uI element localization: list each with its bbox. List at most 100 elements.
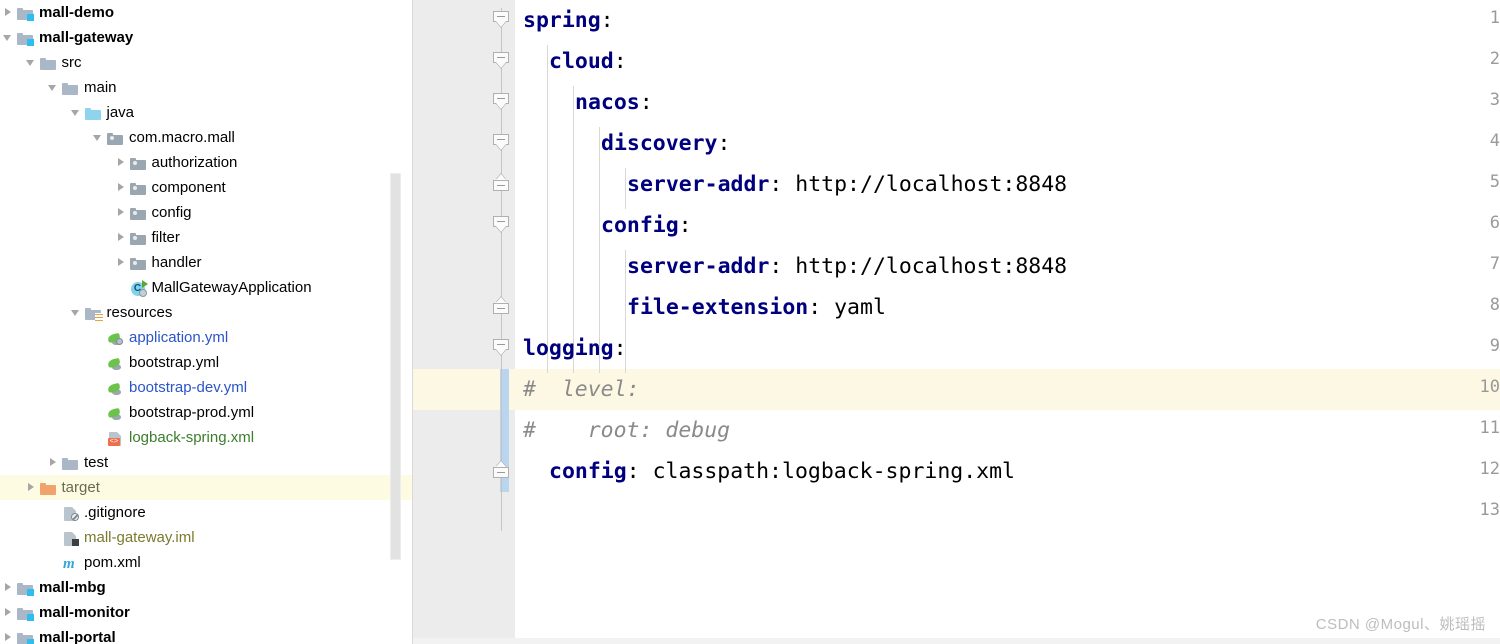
code-line[interactable]: # root: debug <box>515 410 1500 451</box>
tree-item-component[interactable]: component <box>0 175 413 200</box>
chevron-right-icon[interactable] <box>115 231 128 244</box>
code-token-value: yaml <box>834 295 886 320</box>
tree-item-label: filter <box>151 228 180 246</box>
tree-item-src[interactable]: src <box>0 50 413 75</box>
fold-marker-close[interactable] <box>493 174 510 197</box>
chevron-right-icon[interactable] <box>47 456 60 469</box>
tree-item-logback-spring-xml[interactable]: <> logback-spring.xml <box>0 425 413 450</box>
yaml-spring-file-icon <box>107 330 124 346</box>
code-text-area[interactable]: spring: cloud: nacos: discovery: server-addr… <box>515 0 1500 644</box>
chevron-right-icon[interactable] <box>2 6 15 19</box>
tree-item-mall-portal[interactable]: mall-portal <box>0 625 413 644</box>
fold-marker-open[interactable] <box>493 11 510 28</box>
code-line[interactable]: logging: <box>515 328 1500 369</box>
package-icon <box>129 230 147 246</box>
chevron-down-icon[interactable] <box>2 31 15 44</box>
tree-item-mallgatewayapplication[interactable]: C MallGatewayApplication <box>0 275 413 300</box>
chevron-down-icon[interactable] <box>70 106 83 119</box>
code-line[interactable]: file-extension: yaml <box>515 287 1500 328</box>
code-line[interactable]: server-addr: http://localhost:8848 <box>515 164 1500 205</box>
code-line[interactable]: nacos: <box>515 82 1500 123</box>
chevron-right-icon[interactable] <box>2 581 15 594</box>
editor-gutter[interactable] <box>413 0 488 644</box>
tree-item-label: MallGatewayApplication <box>151 278 312 296</box>
excluded-folder-icon <box>39 480 57 496</box>
code-token-key: logging <box>523 336 614 361</box>
project-tree-scrollbar-thumb[interactable] <box>390 173 401 560</box>
tree-item-mall-mbg[interactable]: mall-mbg <box>0 575 413 600</box>
tree-item-com-macro-mall[interactable]: com.macro.mall <box>0 125 413 150</box>
tree-item-label: component <box>151 178 226 196</box>
project-tree[interactable]: mall-demo mall-gateway src main java com.macr… <box>0 0 413 644</box>
tree-item-label: test <box>84 453 109 471</box>
tree-item-bootstrap-yml[interactable]: bootstrap.yml <box>0 350 413 375</box>
tree-item-label: target <box>61 478 100 496</box>
code-token-comment: # level: <box>523 377 640 402</box>
tree-item-authorization[interactable]: authorization <box>0 150 413 175</box>
code-line[interactable]: spring: <box>515 0 1500 41</box>
code-line[interactable]: config: classpath:logback-spring.xml <box>515 451 1500 492</box>
tree-item-filter[interactable]: filter <box>0 225 413 250</box>
chevron-down-icon[interactable] <box>25 56 38 69</box>
chevron-right-icon[interactable] <box>115 156 128 169</box>
tree-item-label: bootstrap-dev.yml <box>129 378 248 396</box>
code-line[interactable]: cloud: <box>515 41 1500 82</box>
project-tree-scrollbar-track[interactable] <box>390 0 407 644</box>
chevron-right-icon[interactable] <box>2 631 15 644</box>
chevron-down-icon[interactable] <box>70 306 83 319</box>
tree-item-mall-monitor[interactable]: mall-monitor <box>0 600 413 625</box>
tree-item-resources[interactable]: resources <box>0 300 413 325</box>
code-line[interactable]: config: <box>515 205 1500 246</box>
chevron-right-icon[interactable] <box>115 256 128 269</box>
fold-marker-open[interactable] <box>493 134 510 151</box>
code-token-punct: : <box>639 90 653 115</box>
code-line[interactable] <box>515 492 1500 533</box>
tree-item-handler[interactable]: handler <box>0 250 413 275</box>
tree-item-test[interactable]: test <box>0 450 413 475</box>
chevron-right-icon[interactable] <box>115 206 128 219</box>
tree-item--gitignore[interactable]: .gitignore <box>0 500 413 525</box>
chevron-down-icon[interactable] <box>47 81 60 94</box>
editor-pane[interactable]: 1 2 3 4 5 6 7 8 9 10 11 12 13 spring: cloud: nacos: dis… <box>413 0 1500 644</box>
code-token-punct: : <box>626 459 653 484</box>
fold-marker-open[interactable] <box>493 339 510 356</box>
code-token-value: classpath:logback-spring.xml <box>652 459 1015 484</box>
chevron-down-icon[interactable] <box>92 131 105 144</box>
maven-file-icon: m <box>63 555 75 572</box>
code-line[interactable]: # level: <box>515 369 1500 410</box>
tree-item-label: bootstrap-prod.yml <box>129 403 255 421</box>
tree-item-application-yml[interactable]: application.yml <box>0 325 413 350</box>
tree-item-label: mall-monitor <box>39 603 130 621</box>
ide-window: mall-demo mall-gateway src main java com.macr… <box>0 0 1500 644</box>
code-line[interactable]: discovery: <box>515 123 1500 164</box>
package-icon <box>129 180 147 196</box>
resource-root-folder-icon <box>84 305 103 322</box>
tree-item-mall-gateway-iml[interactable]: mall-gateway.iml <box>0 525 413 550</box>
fold-connector-line <box>501 8 502 531</box>
chevron-right-icon[interactable] <box>2 606 15 619</box>
tree-item-java[interactable]: java <box>0 100 413 125</box>
chevron-right-icon[interactable] <box>115 181 128 194</box>
tree-item-mall-demo[interactable]: mall-demo <box>0 0 413 25</box>
code-token-key: server-addr <box>627 172 770 197</box>
project-tool-window[interactable]: mall-demo mall-gateway src main java com.macr… <box>0 0 413 644</box>
fold-marker-close[interactable] <box>493 461 510 484</box>
tree-item-mall-gateway[interactable]: mall-gateway <box>0 25 413 50</box>
fold-marker-open[interactable] <box>493 93 510 110</box>
chevron-right-icon[interactable] <box>25 481 38 494</box>
tree-item-target[interactable]: target <box>0 475 413 500</box>
fold-marker-open[interactable] <box>493 52 510 69</box>
code-line[interactable]: server-addr: http://localhost:8848 <box>515 246 1500 287</box>
tree-item-pom-xml[interactable]: m pom.xml <box>0 550 413 575</box>
bottom-strip <box>413 638 1500 644</box>
tree-item-bootstrap-dev-yml[interactable]: bootstrap-dev.yml <box>0 375 413 400</box>
tree-item-config[interactable]: config <box>0 200 413 225</box>
fold-marker-close[interactable] <box>493 297 510 320</box>
tree-item-main[interactable]: main <box>0 75 413 100</box>
fold-marker-open[interactable] <box>493 216 510 233</box>
tree-item-bootstrap-prod-yml[interactable]: bootstrap-prod.yml <box>0 400 413 425</box>
code-token-key: cloud <box>549 49 614 74</box>
